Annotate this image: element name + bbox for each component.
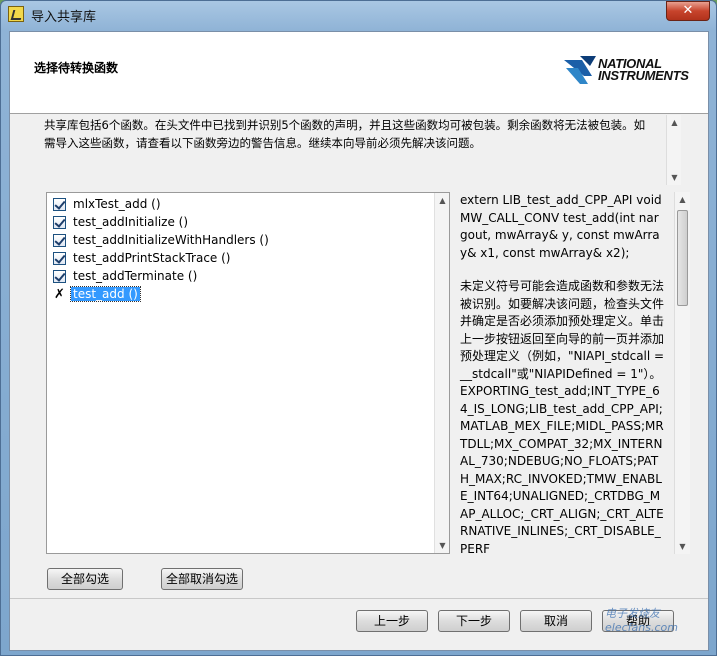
function-checkbox[interactable] [53,269,66,283]
deselect-all-button[interactable]: 全部取消勾选 [161,568,243,590]
scroll-down-arrow-icon[interactable]: ▼ [675,539,690,554]
function-item[interactable]: test_addPrintStackTrace () [53,249,232,267]
function-declaration: extern LIB_test_add_CPP_API void MW_CALL… [460,193,662,260]
function-list-scrollbar[interactable]: ▲ ▼ [434,193,449,553]
function-label: test_addInitialize () [73,215,189,229]
dialog-client-area: 选择待转换函数 NATIONAL INSTRUMENTS 共享库包括6个函数。在… [9,31,709,651]
scroll-up-arrow-icon[interactable]: ▲ [675,192,690,207]
back-button[interactable]: 上一步 [356,610,428,632]
ni-logo: NATIONAL INSTRUMENTS [562,54,702,92]
footer-divider [10,598,708,599]
description-text: 共享库包括6个函数。在头文件中已找到并识别5个函数的声明，并且这些函数均可被包装… [44,118,646,150]
function-label: test_addTerminate () [73,269,198,283]
close-button[interactable]: ✕ [666,1,710,21]
scroll-up-arrow-icon[interactable]: ▲ [667,115,682,130]
description-scrollbar[interactable]: ▲ ▼ [666,115,681,185]
labview-app-icon [8,6,24,22]
scroll-up-arrow-icon[interactable]: ▲ [435,193,450,208]
function-item[interactable]: test_addInitialize () [53,213,190,231]
function-label: test_addInitializeWithHandlers () [73,233,269,247]
ni-logo-line2: INSTRUMENTS [598,68,689,83]
function-checkbox[interactable] [53,251,66,265]
function-list[interactable]: mlxTest_add () test_addInitialize () tes… [46,192,450,554]
function-checkbox[interactable] [53,233,66,247]
function-item[interactable]: test_addTerminate () [53,267,199,285]
function-item[interactable]: test_addInitializeWithHandlers () [53,231,271,249]
scroll-down-arrow-icon[interactable]: ▼ [435,538,450,553]
cancel-button[interactable]: 取消 [520,610,592,632]
page-title: 选择待转换函数 [34,61,119,75]
detail-scrollbar[interactable]: ▲ ▼ [674,192,690,554]
function-item-selected[interactable]: ✗ test_add () [53,285,141,303]
warning-detail-pane: extern LIB_test_add_CPP_API void MW_CALL… [458,192,692,554]
title-bar[interactable]: 导入共享库 ✕ [1,1,716,29]
function-label: test_addPrintStackTrace () [73,251,231,265]
window-title: 导入共享库 [31,10,97,25]
warning-detail-text: extern LIB_test_add_CPP_API void MW_CALL… [460,192,666,554]
watermark: 电子发烧友 elecfans.com [605,607,678,634]
function-label: test_add () [70,286,141,302]
wizard-header: 选择待转换函数 NATIONAL INSTRUMENTS [10,32,708,114]
select-all-button[interactable]: 全部勾选 [47,568,123,590]
function-label: mlxTest_add () [73,197,161,211]
function-checkbox[interactable] [53,215,66,229]
dialog-window: 导入共享库 ✕ 选择待转换函数 NATIONAL INSTRUMENTS 共享库… [0,0,717,656]
function-checkbox[interactable] [53,197,66,211]
ni-eagle-icon [564,56,596,84]
warning-message: 未定义符号可能会造成函数和参数无法被识别。如要解决该问题，检查头文件并确定是否必… [460,279,665,554]
error-x-icon: ✗ [54,286,65,302]
function-item[interactable]: mlxTest_add () [53,195,163,213]
next-button[interactable]: 下一步 [438,610,510,632]
scroll-thumb[interactable] [677,210,688,306]
scroll-down-arrow-icon[interactable]: ▼ [667,170,682,185]
